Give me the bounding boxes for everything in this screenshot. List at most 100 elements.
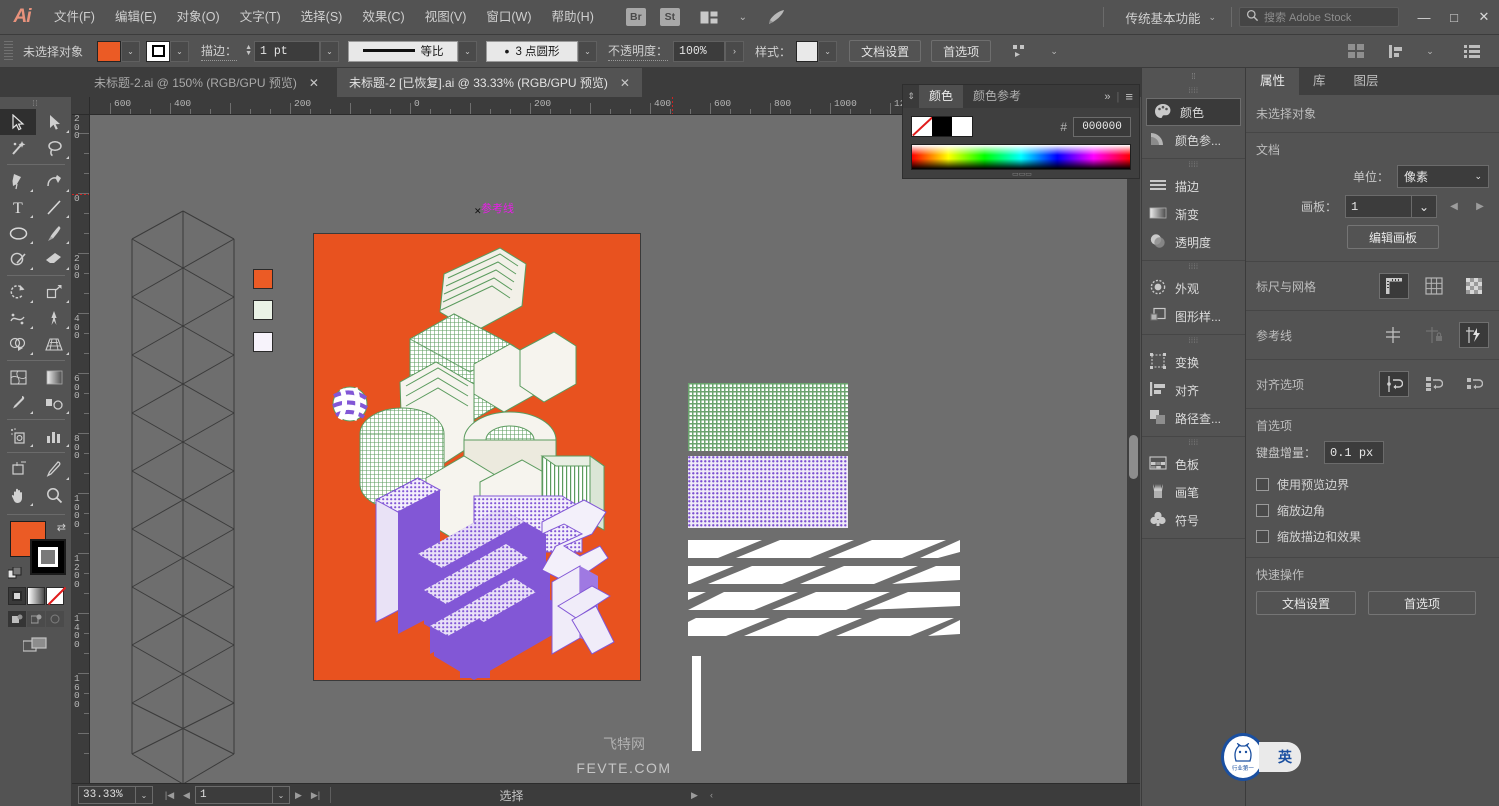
dock-grip[interactable]: ⁞⁞: [1142, 68, 1245, 85]
eraser-tool[interactable]: [36, 246, 72, 272]
select-similar-objects-icon[interactable]: [1007, 42, 1033, 61]
prev-artboard-button[interactable]: ◀: [178, 785, 195, 805]
ruler-corner[interactable]: [72, 97, 90, 115]
arrange-panels-icon[interactable]: [1343, 42, 1369, 61]
menu-edit[interactable]: 编辑(E): [105, 0, 167, 35]
mesh-tool[interactable]: [0, 364, 36, 390]
dock-item-symbols[interactable]: 符号: [1142, 506, 1245, 534]
color-panel-tab-color[interactable]: 颜色: [919, 85, 964, 108]
shaper-tool[interactable]: [0, 246, 36, 272]
slice-tool[interactable]: [36, 456, 72, 482]
purple-dot-pattern-block[interactable]: [688, 456, 848, 528]
scale-corners-checkbox[interactable]: [1256, 504, 1269, 517]
direct-selection-tool[interactable]: [36, 109, 72, 135]
type-tool[interactable]: T: [0, 194, 36, 220]
menu-type[interactable]: 文字(T): [230, 0, 291, 35]
shape-builder-tool[interactable]: [0, 331, 36, 357]
default-fill-stroke-icon[interactable]: [7, 566, 22, 581]
document-setup-button[interactable]: 文档设置: [849, 40, 922, 62]
stock-search-input[interactable]: 搜索 Adobe Stock: [1239, 7, 1399, 27]
stroke-weight-input[interactable]: 1 pt: [254, 40, 321, 62]
fill-dropdown-caret-icon[interactable]: ⌄: [121, 40, 141, 62]
window-maximize-button[interactable]: □: [1439, 0, 1469, 35]
panel-menu-icon[interactable]: ≡: [1125, 89, 1133, 104]
gradient-tool[interactable]: [36, 364, 72, 390]
align-caret-icon[interactable]: ⌄: [1417, 42, 1443, 61]
dock-item-appearance[interactable]: 外观: [1142, 274, 1245, 302]
dock-item-color[interactable]: 颜色: [1146, 98, 1241, 126]
blend-tool[interactable]: [36, 390, 72, 416]
dock-item-graphic-styles[interactable]: 图形样...: [1142, 302, 1245, 330]
panel-menu-arrows-icon[interactable]: ⇕: [903, 91, 919, 102]
quick-preferences-button[interactable]: 首选项: [1368, 591, 1476, 615]
keyboard-increment-input[interactable]: 0.1 px: [1324, 441, 1385, 464]
swap-fill-stroke-icon[interactable]: ⇄: [57, 521, 66, 534]
draw-behind-button[interactable]: [27, 611, 45, 627]
opacity-input[interactable]: 100%: [673, 40, 726, 62]
dock-item-swatches[interactable]: 色板: [1142, 450, 1245, 478]
snap-to-point-icon[interactable]: [1379, 371, 1409, 397]
canvas-vertical-scrollbar[interactable]: [1127, 115, 1140, 784]
artboard-input[interactable]: 1: [1345, 195, 1412, 218]
menu-object[interactable]: 对象(O): [167, 0, 230, 35]
select-similar-caret-icon[interactable]: ⌄: [1041, 42, 1067, 61]
color-panel-tab-color-guide[interactable]: 颜色参考: [963, 85, 1031, 108]
dock-item-gradient[interactable]: 渐变: [1142, 200, 1245, 228]
dock-item-color-guide[interactable]: 颜色参...: [1142, 126, 1245, 154]
stroke-dropdown-caret-icon[interactable]: ⌄: [170, 40, 190, 62]
dock-group-2-grip[interactable]: ⁞⁞⁞⁞: [1142, 159, 1245, 172]
arrange-caret-icon[interactable]: ⌄: [730, 8, 756, 27]
show-guides-icon[interactable]: [1379, 322, 1409, 348]
stroke-style-caret-icon[interactable]: ⌄: [578, 40, 598, 62]
show-transparency-grid-icon[interactable]: [1459, 273, 1489, 299]
collapse-panel-icon[interactable]: »: [1104, 91, 1110, 103]
status-bar-menu-button[interactable]: ▶: [686, 785, 703, 805]
scale-strokes-effects-checkbox[interactable]: [1256, 530, 1269, 543]
show-grid-icon[interactable]: [1419, 273, 1449, 299]
show-rulers-icon[interactable]: [1379, 273, 1409, 299]
hand-tool[interactable]: [0, 482, 36, 508]
poster-artwork[interactable]: [313, 233, 641, 681]
scale-strokes-effects-row[interactable]: 缩放描边和效果: [1256, 528, 1489, 545]
color-mode-button[interactable]: [8, 587, 26, 605]
pen-tool[interactable]: [0, 168, 36, 194]
free-transform-tool[interactable]: [36, 305, 72, 331]
artboard-tool[interactable]: [0, 456, 36, 482]
dock-item-brushes[interactable]: 画笔: [1142, 478, 1245, 506]
none-mode-button[interactable]: [46, 586, 67, 606]
selection-tool[interactable]: [0, 109, 36, 135]
artboard-number-caret-icon[interactable]: ⌄: [273, 786, 290, 804]
document-tab-2[interactable]: 未标题-2 [已恢复].ai @ 33.33% (RGB/GPU 预览) ✕: [337, 68, 642, 97]
curvature-tool[interactable]: [36, 168, 72, 194]
rocket-icon[interactable]: [764, 8, 790, 27]
arrange-documents-icon[interactable]: [696, 8, 722, 27]
stroke-weight-stepper[interactable]: ▲ ▼: [243, 41, 254, 62]
symbol-sprayer-tool[interactable]: [0, 423, 36, 449]
artboard-number-input[interactable]: 1: [195, 786, 273, 804]
quick-document-setup-button[interactable]: 文档设置: [1256, 591, 1356, 615]
document-tab-2-close-icon[interactable]: ✕: [620, 76, 630, 90]
stroke-style-select[interactable]: • 3 点圆形: [486, 40, 579, 62]
edit-artboards-button[interactable]: 编辑画板: [1347, 225, 1439, 249]
window-minimize-button[interactable]: —: [1409, 0, 1439, 35]
stroke-color-swatch[interactable]: [146, 40, 171, 62]
ellipse-tool[interactable]: [0, 220, 36, 246]
zoom-level-input[interactable]: 33.33%: [78, 786, 136, 804]
perspective-grid-tool[interactable]: [36, 331, 72, 357]
window-close-button[interactable]: ✕: [1469, 0, 1499, 35]
artboard-scroll-area[interactable]: ✕ 参考线 飞特网 FEVTE.COM: [90, 115, 1140, 784]
isometric-wireframe-object[interactable]: [128, 209, 238, 784]
chip-orange[interactable]: [253, 269, 273, 289]
opacity-options-icon[interactable]: ›: [725, 40, 745, 62]
tab-properties[interactable]: 属性: [1246, 68, 1300, 95]
dock-group-3-grip[interactable]: ⁞⁞⁞⁞: [1142, 261, 1245, 274]
paintbrush-tool[interactable]: [36, 220, 72, 246]
graphic-style-swatch[interactable]: [796, 40, 819, 62]
change-screen-mode-button[interactable]: [0, 637, 71, 653]
diagonal-stripe-pattern-block[interactable]: [688, 540, 960, 636]
gradient-mode-button[interactable]: [27, 587, 45, 605]
last-artboard-button[interactable]: ▶|: [307, 785, 324, 805]
chip-mint[interactable]: [253, 300, 273, 320]
document-tab-1-close-icon[interactable]: ✕: [309, 76, 319, 90]
chip-lavender[interactable]: [253, 332, 273, 352]
